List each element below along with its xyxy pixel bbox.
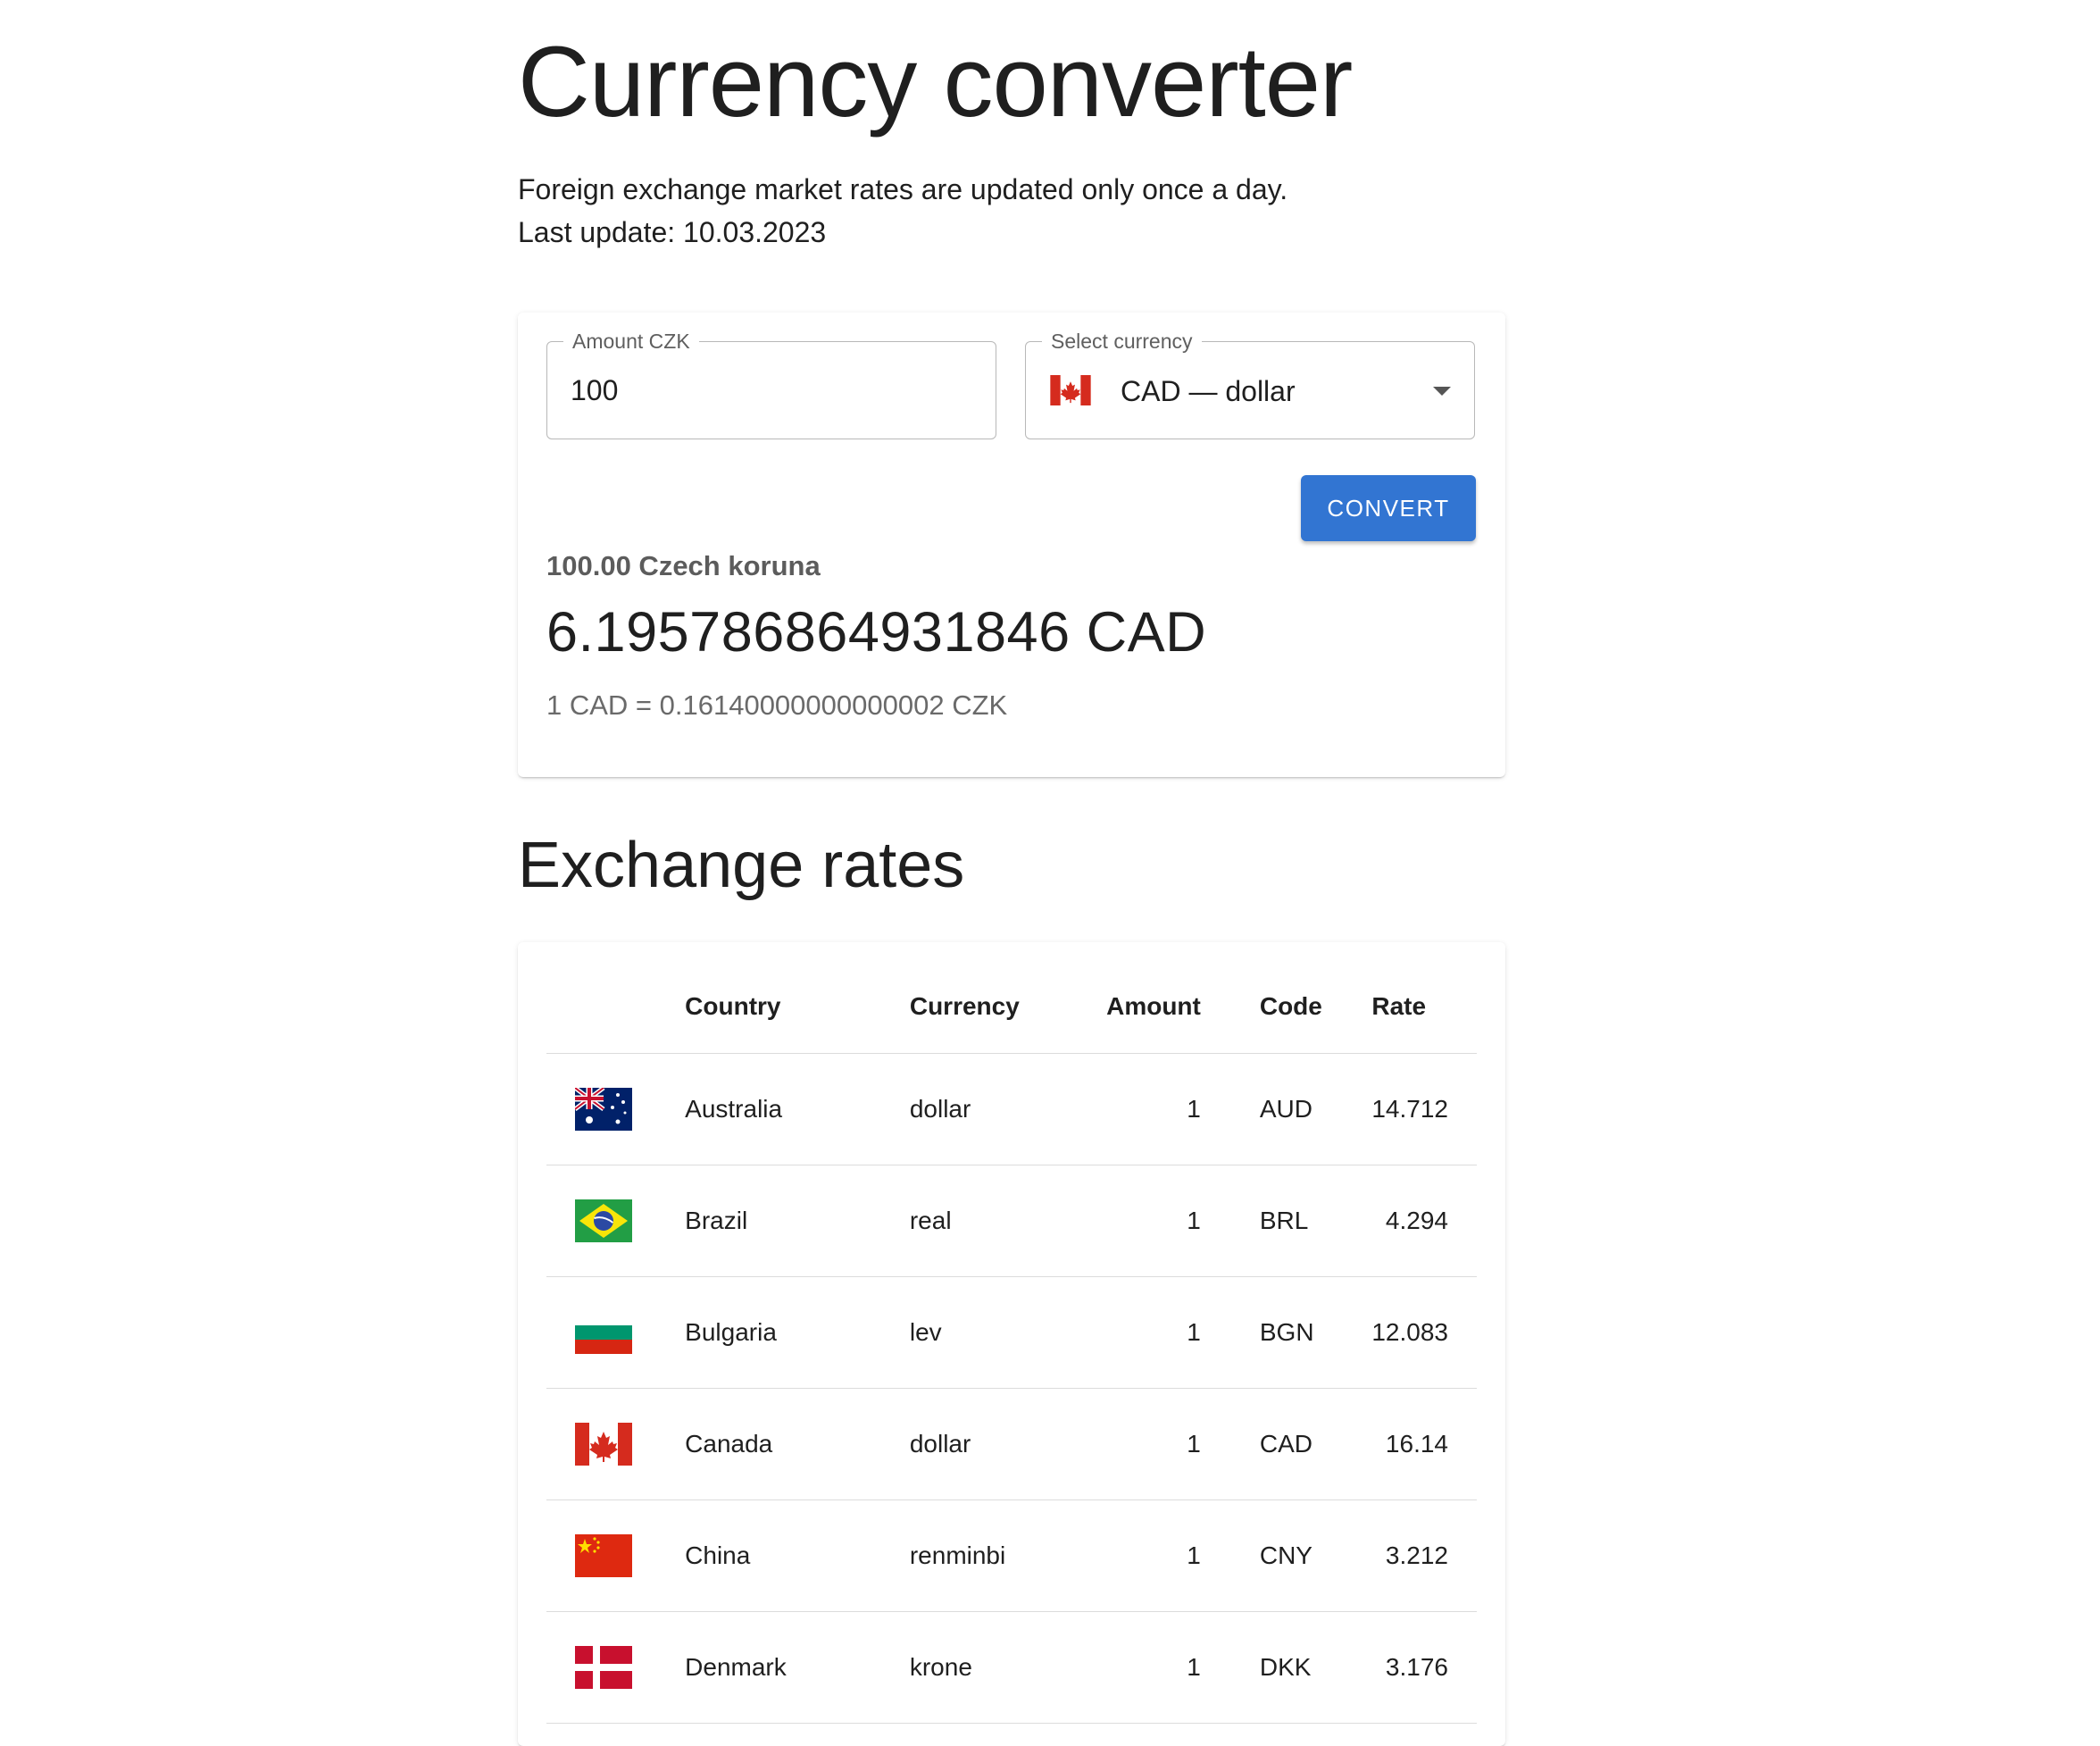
cell-amount: 1 — [1066, 1388, 1201, 1500]
australia-flag-icon — [575, 1088, 632, 1131]
cell-code: BRL — [1200, 1165, 1372, 1277]
cell-currency: dollar — [909, 1388, 1067, 1500]
page-title: Currency converter — [518, 26, 1353, 138]
column-header-amount: Amount — [1066, 960, 1201, 1054]
cell-currency: real — [909, 1165, 1067, 1277]
amount-input[interactable] — [571, 363, 963, 417]
table-row: China renminbi 1 CNY 3.212 — [546, 1500, 1477, 1612]
cell-rate: 4.294 — [1371, 1165, 1477, 1277]
cell-amount: 1 — [1066, 1165, 1201, 1277]
cell-amount: 1 — [1066, 1500, 1201, 1612]
bulgaria-flag-icon — [575, 1311, 632, 1354]
cell-country: Brazil — [685, 1165, 910, 1277]
table-row: Australia dollar 1 AUD 14.712 — [546, 1053, 1477, 1165]
cell-rate: 3.212 — [1371, 1500, 1477, 1612]
cell-country: Canada — [685, 1388, 910, 1500]
convert-button[interactable]: CONVERT — [1301, 475, 1476, 541]
cell-code: BGN — [1200, 1276, 1372, 1389]
table-row: Brazil real 1 BRL 4.294 — [546, 1165, 1477, 1277]
rates-table: Country Currency Amount Code Rate Austra… — [546, 960, 1477, 1724]
cell-amount: 1 — [1066, 1276, 1201, 1389]
canada-flag-icon — [1050, 375, 1091, 405]
amount-label: Amount CZK — [563, 328, 699, 355]
cell-country: Bulgaria — [685, 1276, 910, 1389]
rates-card: Country Currency Amount Code Rate Austra… — [518, 942, 1505, 1746]
cell-code: AUD — [1200, 1053, 1372, 1165]
table-header-row: Country Currency Amount Code Rate — [546, 960, 1477, 1054]
cell-amount: 1 — [1066, 1053, 1201, 1165]
currency-label: Select currency — [1042, 328, 1202, 355]
cell-code: CNY — [1200, 1500, 1372, 1612]
cell-currency: lev — [909, 1276, 1067, 1389]
column-header-rate: Rate — [1371, 960, 1477, 1054]
source-amount: 100.00 Czech koruna — [546, 550, 821, 581]
exchange-rate-line: 1 CAD = 0.16140000000000002 CZK — [546, 689, 1008, 721]
table-row: Bulgaria lev 1 BGN 12.083 — [546, 1276, 1477, 1389]
column-header-country: Country — [685, 960, 910, 1054]
column-header-code: Code — [1200, 960, 1372, 1054]
update-info: Foreign exchange market rates are update… — [518, 168, 1288, 254]
cell-currency: renminbi — [909, 1500, 1067, 1612]
conversion-result: 6.195786864931846 CAD — [546, 601, 1207, 664]
column-header-currency: Currency — [909, 960, 1067, 1054]
table-row: Canada dollar 1 CAD 16.14 — [546, 1388, 1477, 1500]
column-header-flag — [546, 960, 686, 1054]
brazil-flag-icon — [575, 1199, 632, 1242]
cell-country: Denmark — [685, 1611, 910, 1724]
cell-currency: dollar — [909, 1053, 1067, 1165]
cell-currency: krone — [909, 1611, 1067, 1724]
denmark-flag-icon — [575, 1646, 632, 1689]
cell-rate: 14.712 — [1371, 1053, 1477, 1165]
cell-rate: 3.176 — [1371, 1611, 1477, 1724]
last-update-text: Last update: 10.03.2023 — [518, 216, 827, 248]
currency-select[interactable]: Select currency CAD — dollar — [1025, 328, 1475, 439]
cell-amount: 1 — [1066, 1611, 1201, 1724]
cell-rate: 12.083 — [1371, 1276, 1477, 1389]
canada-flag-icon — [575, 1423, 632, 1466]
update-frequency-text: Foreign exchange market rates are update… — [518, 173, 1288, 205]
selected-currency: CAD — dollar — [1121, 375, 1296, 407]
cell-rate: 16.14 — [1371, 1388, 1477, 1500]
cell-country: China — [685, 1500, 910, 1612]
amount-field[interactable]: Amount CZK — [546, 328, 996, 439]
table-row: Denmark krone 1 DKK 3.176 — [546, 1611, 1477, 1724]
china-flag-icon — [575, 1534, 632, 1577]
cell-country: Australia — [685, 1053, 910, 1165]
cell-code: CAD — [1200, 1388, 1372, 1500]
converter-card: Amount CZK Select currency CAD — dollar … — [518, 313, 1505, 777]
chevron-down-icon — [1433, 387, 1451, 396]
section-title: Exchange rates — [518, 830, 965, 901]
cell-code: DKK — [1200, 1611, 1372, 1724]
